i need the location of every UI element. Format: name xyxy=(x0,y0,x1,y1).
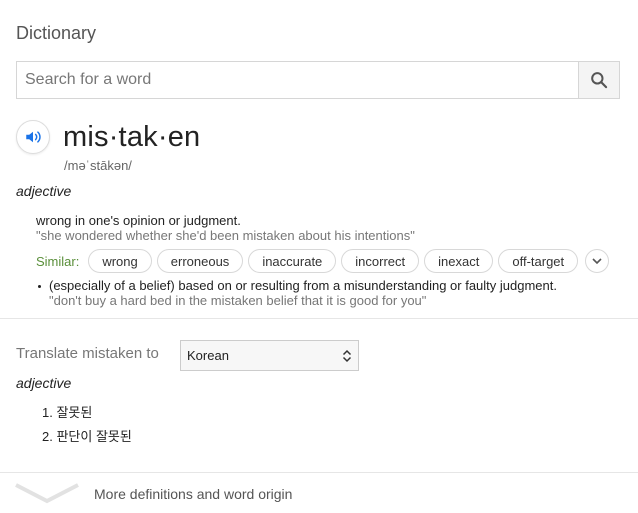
definition-bullet xyxy=(38,285,41,288)
translate-label: Translate mistaken to xyxy=(16,345,159,362)
definition-2: (especially of a belief) based on or res… xyxy=(49,278,557,293)
phonetic: /məˈstākən/ xyxy=(64,158,132,173)
translation-item: 1. 잘못된 xyxy=(42,405,93,420)
definition-2-example: "don't buy a hard bed in the mistaken be… xyxy=(49,293,427,308)
translation-part-of-speech: adjective xyxy=(16,375,72,391)
speaker-icon xyxy=(26,131,41,143)
definition-1-example: "she wondered whether she'd been mistake… xyxy=(36,228,415,243)
chevron-down-icon xyxy=(15,483,79,504)
similar-chip-off-target[interactable]: off-target xyxy=(498,249,579,273)
translation-item: 2. 판단이 잘못된 xyxy=(42,429,132,444)
pronunciation-button[interactable] xyxy=(16,120,50,154)
similar-chip-incorrect[interactable]: incorrect xyxy=(341,249,420,273)
search-button[interactable] xyxy=(578,62,619,98)
similar-words-row: Similar: wrong erroneous inaccurate inco… xyxy=(36,248,610,274)
select-arrows-icon xyxy=(342,349,352,363)
language-select[interactable]: Korean xyxy=(180,340,359,371)
search-box xyxy=(16,61,620,99)
divider xyxy=(0,318,638,319)
part-of-speech: adjective xyxy=(16,183,72,199)
dictionary-card: Dictionary mis·tak·en /məˈstākən/ adject… xyxy=(0,0,638,513)
similar-chip-wrong[interactable]: wrong xyxy=(88,249,152,273)
similar-chip-inaccurate[interactable]: inaccurate xyxy=(248,249,337,273)
headword: mis·tak·en xyxy=(63,121,201,153)
similar-chip-erroneous[interactable]: erroneous xyxy=(156,249,244,273)
search-input[interactable] xyxy=(17,62,597,98)
similar-label: Similar: xyxy=(36,253,80,269)
definition-1: wrong in one's opinion or judgment. xyxy=(36,213,241,228)
chevron-down-icon xyxy=(592,258,602,265)
language-select-value: Korean xyxy=(187,348,229,363)
similar-chip-inexact[interactable]: inexact xyxy=(424,249,494,273)
expand-similar-button[interactable] xyxy=(585,249,610,273)
more-definitions-link[interactable]: More definitions and word origin xyxy=(94,486,292,502)
dictionary-title: Dictionary xyxy=(16,23,97,43)
search-icon xyxy=(591,72,608,89)
more-definitions-row[interactable]: More definitions and word origin xyxy=(0,473,638,513)
